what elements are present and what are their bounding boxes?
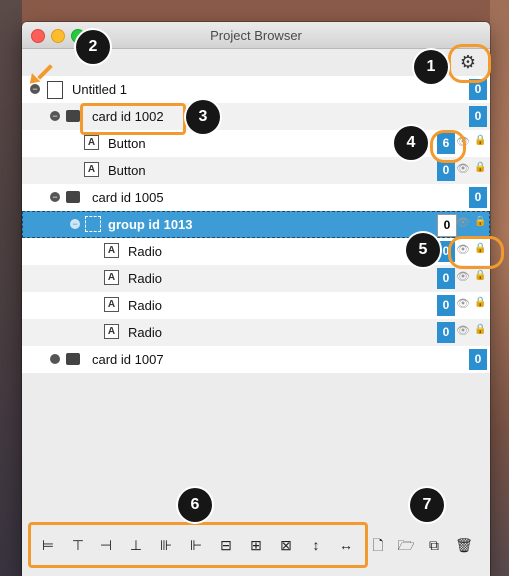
callout-5: 5 — [406, 233, 440, 267]
count-badge: 0 — [469, 187, 487, 208]
count-highlight — [430, 130, 466, 163]
card-icon — [66, 110, 80, 122]
callout-2: 2 — [76, 30, 110, 64]
count-badge: 0 — [469, 349, 487, 370]
eye-icon[interactable]: 👁 — [456, 297, 472, 313]
row-label: group id 1013 — [108, 217, 193, 232]
callout-3: 3 — [186, 100, 220, 134]
count-badge: 0 — [437, 214, 457, 237]
row-label: card id 1005 — [92, 190, 164, 205]
callout-6: 6 — [178, 488, 212, 522]
button-icon: A — [84, 135, 99, 150]
row-label: Radio — [128, 325, 162, 340]
button-icon: A — [84, 162, 99, 177]
row-label: card id 1007 — [92, 352, 164, 367]
count-badge: 0 — [437, 160, 455, 181]
eye-icon[interactable]: 👁 — [456, 162, 472, 178]
eye-icon[interactable]: 👁 — [456, 216, 472, 232]
eye-icon[interactable]: 👁 — [456, 270, 472, 286]
open-folder-icon[interactable]: 🗁 — [392, 531, 420, 559]
lock-icon[interactable]: 🔒 — [474, 216, 486, 232]
trash-icon[interactable]: 🗑 — [450, 531, 478, 559]
list-item[interactable]: − card id 1005 0 — [22, 184, 490, 211]
lock-icon[interactable]: 🔒 — [474, 135, 486, 151]
lock-icon[interactable]: 🔒 — [474, 297, 486, 313]
collapse-icon[interactable]: − — [50, 111, 60, 121]
count-badge: 0 — [469, 106, 487, 127]
card-icon — [66, 191, 80, 203]
count-badge: 0 — [437, 295, 455, 316]
callout-4: 4 — [394, 126, 428, 160]
stack-icon — [47, 81, 63, 99]
count-badge: 0 — [437, 268, 455, 289]
list-item[interactable]: A Button 0 👁 🔒 — [22, 157, 490, 184]
row-label: Untitled 1 — [72, 82, 127, 97]
expand-icon[interactable] — [50, 354, 60, 364]
gear-highlight — [448, 44, 491, 83]
list-item[interactable]: A Radio 0 👁 🔒 — [22, 292, 490, 319]
callout-7: 7 — [410, 488, 444, 522]
list-item[interactable]: A Radio 0 👁 🔒 — [22, 319, 490, 346]
lock-icon[interactable]: 🔒 — [474, 162, 486, 178]
row-label: Button — [108, 163, 146, 178]
lock-icon[interactable]: 🔒 — [474, 324, 486, 340]
list-item[interactable]: A Radio 0 👁 🔒 — [22, 265, 490, 292]
button-icon: A — [104, 297, 119, 312]
desktop-left — [0, 0, 22, 576]
collapse-icon[interactable]: − — [50, 192, 60, 202]
collapse-icon[interactable]: − — [70, 219, 80, 229]
row-label: Button — [108, 136, 146, 151]
group-icon — [85, 216, 101, 232]
button-icon: A — [104, 324, 119, 339]
desktop-right — [490, 0, 509, 576]
count-badge: 0 — [437, 322, 455, 343]
callout-1: 1 — [414, 50, 448, 84]
card-label-highlight — [80, 103, 186, 135]
row-label: Radio — [128, 271, 162, 286]
row-label: Radio — [128, 298, 162, 313]
align-tools-highlight — [28, 522, 368, 568]
new-file-icon[interactable]: 🗋 — [364, 531, 392, 559]
visibility-highlight — [448, 236, 504, 269]
row-label: Radio — [128, 244, 162, 259]
card-icon — [66, 353, 80, 365]
lock-icon[interactable]: 🔒 — [474, 270, 486, 286]
duplicate-icon[interactable]: ⧉ — [420, 531, 448, 559]
button-icon: A — [104, 270, 119, 285]
list-item[interactable]: card id 1007 0 — [22, 346, 490, 373]
button-icon: A — [104, 243, 119, 258]
eye-icon[interactable]: 👁 — [456, 324, 472, 340]
